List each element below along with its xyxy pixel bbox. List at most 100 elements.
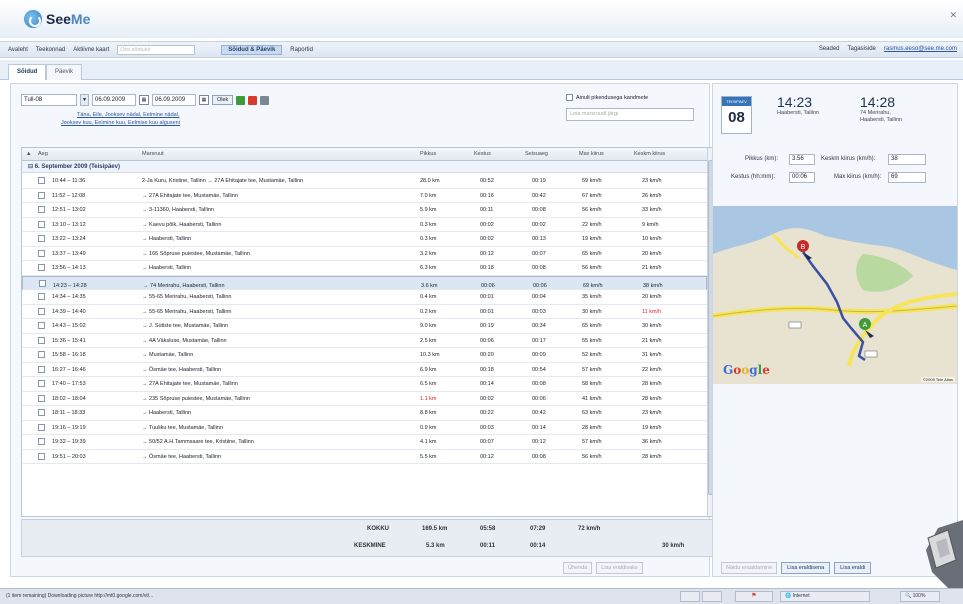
nav-item-home[interactable]: Avaleht bbox=[8, 47, 28, 53]
row-checkbox[interactable] bbox=[38, 191, 45, 199]
row-checkbox[interactable] bbox=[38, 438, 45, 445]
add-separately-button[interactable]: Lisa eraldisaks bbox=[596, 562, 643, 574]
date-to-input[interactable]: 06.09.2009 bbox=[152, 94, 196, 106]
table-row[interactable]: 19:16 – 19:19 → Tuuliku tee, Mustamäe, Ta… bbox=[22, 421, 707, 435]
route-search-input[interactable]: Leia marsruudi järgi bbox=[566, 108, 694, 121]
table-row[interactable]: 13:10 – 13:12 → Kaevu põik, Haabersti, Ta… bbox=[22, 218, 707, 232]
col-duration[interactable]: Kestus bbox=[474, 151, 491, 157]
chevron-down-icon[interactable]: ▼ bbox=[80, 94, 89, 106]
feedback-link[interactable]: Tagasiside bbox=[848, 46, 876, 52]
row-checkbox[interactable] bbox=[38, 365, 45, 373]
seeme-logo[interactable]: SeeMe bbox=[24, 10, 90, 28]
link-last-month[interactable]: Eelmine kuu bbox=[95, 120, 125, 126]
table-row[interactable]: 18:02 – 18:04 → 235 Sõpruse puiestee, Mus… bbox=[22, 392, 707, 406]
row-checkbox[interactable] bbox=[38, 423, 45, 431]
table-row[interactable]: 19:51 – 20:03 → Ösmäe tee, Haabersti, Tal… bbox=[22, 450, 707, 464]
length-field[interactable]: 3.56 bbox=[789, 154, 815, 165]
print-icon[interactable] bbox=[260, 95, 270, 105]
nav-item-routes[interactable]: Teekonnad bbox=[36, 47, 65, 53]
row-checkbox[interactable] bbox=[38, 206, 45, 213]
add-separately-button-right[interactable]: Lisa eraldi bbox=[834, 562, 872, 574]
only-registered-checkbox[interactable] bbox=[566, 94, 573, 101]
trip-map[interactable]: B A Google ©2009 Tele Atlas bbox=[713, 206, 957, 384]
cell-max-speed: 58 km/h bbox=[582, 381, 602, 387]
user-email-link[interactable]: rasmus.eeso@see.me.com bbox=[884, 46, 957, 52]
col-max-speed[interactable]: Max kiirus bbox=[579, 151, 604, 157]
col-route[interactable]: Marsruut bbox=[142, 151, 164, 157]
tab-log[interactable]: Päevik bbox=[46, 64, 83, 80]
date-from-input[interactable]: 06.09.2009 bbox=[92, 94, 136, 106]
row-checkbox[interactable] bbox=[38, 220, 45, 228]
security-icon[interactable]: ⚑ bbox=[735, 591, 773, 602]
row-checkbox[interactable] bbox=[38, 336, 45, 344]
duration-field[interactable]: 00:06 bbox=[789, 172, 815, 183]
table-row[interactable]: 16:27 – 16:46 → Ösmäe tee, Haabersti, Tal… bbox=[22, 363, 707, 377]
avg-speed-field[interactable]: 38 bbox=[888, 154, 926, 165]
row-checkbox[interactable] bbox=[38, 322, 45, 329]
pdf-icon[interactable] bbox=[248, 95, 258, 105]
table-row[interactable]: 10:44 – 11:36 2-Ja Kuru, Kristine, Tallin… bbox=[22, 174, 707, 189]
add-as-separate-button[interactable]: Lisa eraldisena bbox=[781, 562, 831, 574]
calendar-icon[interactable]: ▦ bbox=[199, 95, 209, 105]
row-checkbox[interactable] bbox=[38, 177, 45, 184]
table-row[interactable]: 12:51 – 13:02 → 3-11360, Haabersti, Talli… bbox=[22, 203, 707, 218]
merge-button[interactable]: Ühenda bbox=[563, 562, 593, 574]
col-time[interactable]: Aeg bbox=[38, 151, 48, 157]
table-row[interactable]: 18:11 – 18:33 → Haabersti, Tallinn 8.8 km 0… bbox=[22, 406, 707, 421]
table-row[interactable]: 11:52 – 12:08 → 27A Ehitajate tee, Mustam… bbox=[22, 189, 707, 203]
split-reading-button[interactable]: Näidu eraaldamine bbox=[721, 562, 778, 574]
row-checkbox[interactable] bbox=[38, 249, 45, 257]
table-row[interactable]: 14:43 – 15:02 → J. Sütiste tee, Mustamäe,… bbox=[22, 319, 707, 334]
nav-item-active-map[interactable]: Aktiivne kaart bbox=[73, 47, 109, 53]
row-checkbox[interactable] bbox=[38, 351, 45, 358]
cell-stop: 00:42 bbox=[532, 410, 546, 416]
table-row[interactable]: 19:32 – 19:39 → 50/52 A.H.Tammsaare tee, … bbox=[22, 435, 707, 450]
apply-button[interactable]: Olek bbox=[212, 95, 234, 105]
calendar-icon[interactable]: ▦ bbox=[139, 95, 149, 105]
row-checkbox[interactable] bbox=[38, 235, 45, 242]
nav-item-reports[interactable]: Raportid bbox=[290, 47, 313, 53]
row-checkbox[interactable] bbox=[38, 394, 45, 402]
table-row[interactable]: 14:23 – 14:28 → 74 Merirahu, Haabersti, T… bbox=[22, 275, 707, 290]
table-row[interactable]: 15:58 – 16:18 → Mustamäe, Tallinn 10.3 km 0… bbox=[22, 348, 707, 363]
link-yesterday[interactable]: Eile bbox=[93, 112, 102, 118]
table-row[interactable]: 15:36 – 15:41 → 4A Väksluse, Mustamäe, Ta… bbox=[22, 334, 707, 348]
link-prev-month-start[interactable]: Eelmise kuu alguseni bbox=[128, 120, 180, 126]
link-this-month[interactable]: Jooksev kuu bbox=[61, 120, 92, 126]
tab-trips[interactable]: Sõidud bbox=[8, 64, 47, 80]
row-checkbox[interactable] bbox=[38, 452, 45, 460]
col-length[interactable]: Pikkus bbox=[420, 151, 436, 157]
period-select[interactable]: Tull-08 bbox=[21, 94, 77, 106]
settings-link[interactable]: Seaded bbox=[819, 46, 840, 52]
table-row[interactable]: 14:34 – 14:35 → 55-65 Merirahu, Haabersti… bbox=[22, 290, 707, 305]
row-checkbox[interactable] bbox=[38, 380, 45, 387]
table-row[interactable]: 17:40 – 17:53 → 27A Ehitajate tee, Mustam… bbox=[22, 377, 707, 392]
sort-icon[interactable]: ▲ bbox=[26, 151, 31, 157]
close-icon[interactable]: ✕ bbox=[949, 10, 957, 21]
link-today[interactable]: Täna bbox=[77, 112, 90, 118]
table-row[interactable]: 13:37 – 13:49 → 166 Sõpruse puiestee, Mus… bbox=[22, 247, 707, 261]
row-checkbox[interactable] bbox=[38, 264, 45, 271]
date-group-row[interactable]: ⊟ 6. September 2009 (Teisipäev) bbox=[22, 161, 707, 173]
row-checkbox[interactable] bbox=[38, 307, 45, 315]
table-row[interactable]: 13:22 – 13:24 → Haabersti, Tallinn 0.3 km 0… bbox=[22, 232, 707, 247]
trips-table: ▲ Aeg Marsruut Pikkus Kestus Seisuaeg Ma… bbox=[21, 147, 716, 517]
only-registered-filter[interactable]: Ainult pikendusega kandmete bbox=[566, 94, 648, 101]
nav-item-trips-log[interactable]: Sõidud & Päevik bbox=[221, 44, 283, 55]
row-checkbox[interactable] bbox=[38, 409, 45, 416]
row-checkbox[interactable] bbox=[39, 279, 46, 287]
link-this-week[interactable]: Jooksev nädal bbox=[105, 112, 140, 118]
row-checkbox[interactable] bbox=[38, 293, 45, 300]
zoom-level[interactable]: 🔍 100% bbox=[900, 591, 940, 602]
link-last-week[interactable]: Eelmine nädal bbox=[143, 112, 178, 118]
col-avg-speed[interactable]: Keskm kiirus bbox=[634, 151, 665, 157]
table-row[interactable]: 14:39 – 14:40 → 55-65 Merirahu, Haabersti… bbox=[22, 305, 707, 319]
cell-time: 19:16 – 19:19 bbox=[52, 424, 86, 431]
excel-icon[interactable] bbox=[236, 95, 246, 105]
map-canvas[interactable]: B A bbox=[713, 206, 957, 384]
cell-avg-speed: 28 km/h bbox=[642, 395, 662, 402]
col-stop[interactable]: Seisuaeg bbox=[525, 151, 548, 157]
max-speed-field[interactable]: 69 bbox=[888, 172, 926, 183]
table-row[interactable]: 13:56 – 14:13 → Haabersti, Tallinn 6.3 km 0… bbox=[22, 261, 707, 276]
vehicle-search-input[interactable]: Otsi sõidukit bbox=[117, 44, 196, 55]
